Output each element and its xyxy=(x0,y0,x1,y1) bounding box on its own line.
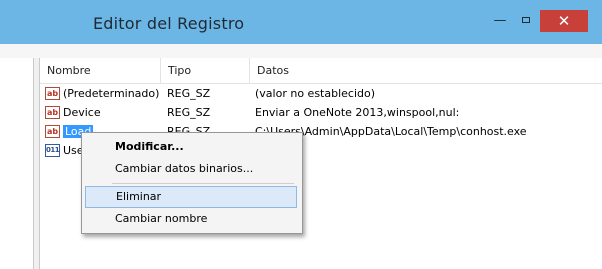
menu-item-delete[interactable]: Eliminar xyxy=(85,186,297,208)
string-value-icon: ab xyxy=(45,87,60,100)
list-item[interactable]: ab (Predeterminado) REG_SZ (valor no est… xyxy=(40,85,602,103)
menu-bar xyxy=(0,44,602,59)
registry-tree-pane[interactable] xyxy=(0,58,34,269)
maximize-button[interactable] xyxy=(515,10,539,32)
value-data: (valor no establecido) xyxy=(255,87,376,100)
menu-separator xyxy=(112,183,294,184)
value-type: REG_SZ xyxy=(167,87,211,100)
minimize-button[interactable]: — xyxy=(488,10,512,32)
maximize-icon xyxy=(522,17,530,23)
string-value-icon: ab xyxy=(45,106,60,119)
menu-item-modify[interactable]: Modificar... xyxy=(85,136,297,158)
minimize-icon: — xyxy=(493,13,507,28)
value-type: REG_SZ xyxy=(167,106,211,119)
column-header-name[interactable]: Nombre xyxy=(40,58,161,83)
list-header: Nombre Tipo Datos xyxy=(40,58,602,84)
binary-value-icon: 011 xyxy=(45,144,60,157)
menu-item-modify-binary[interactable]: Cambiar datos binarios... xyxy=(85,158,297,180)
column-header-type[interactable]: Tipo xyxy=(161,58,250,83)
close-icon: ✕ xyxy=(557,12,571,30)
value-name: (Predeterminado) xyxy=(63,87,160,100)
context-menu: Modificar... Cambiar datos binarios... E… xyxy=(81,132,303,234)
value-data: C:\Users\Admin\AppData\Local\Temp\conhos… xyxy=(255,125,527,138)
value-data: 001 (1) xyxy=(255,142,595,160)
window-title: Editor del Registro xyxy=(93,14,245,33)
column-header-data[interactable]: Datos xyxy=(250,58,602,83)
close-button[interactable]: ✕ xyxy=(540,10,588,32)
title-bar: Editor del Registro — ✕ xyxy=(0,0,602,44)
menu-item-rename[interactable]: Cambiar nombre xyxy=(85,208,297,230)
list-item[interactable]: ab Device REG_SZ Enviar a OneNote 2013,w… xyxy=(40,104,602,122)
string-value-icon: ab xyxy=(45,125,60,138)
value-data: Enviar a OneNote 2013,winspool,nul: xyxy=(255,106,460,119)
value-name: Device xyxy=(63,106,101,119)
